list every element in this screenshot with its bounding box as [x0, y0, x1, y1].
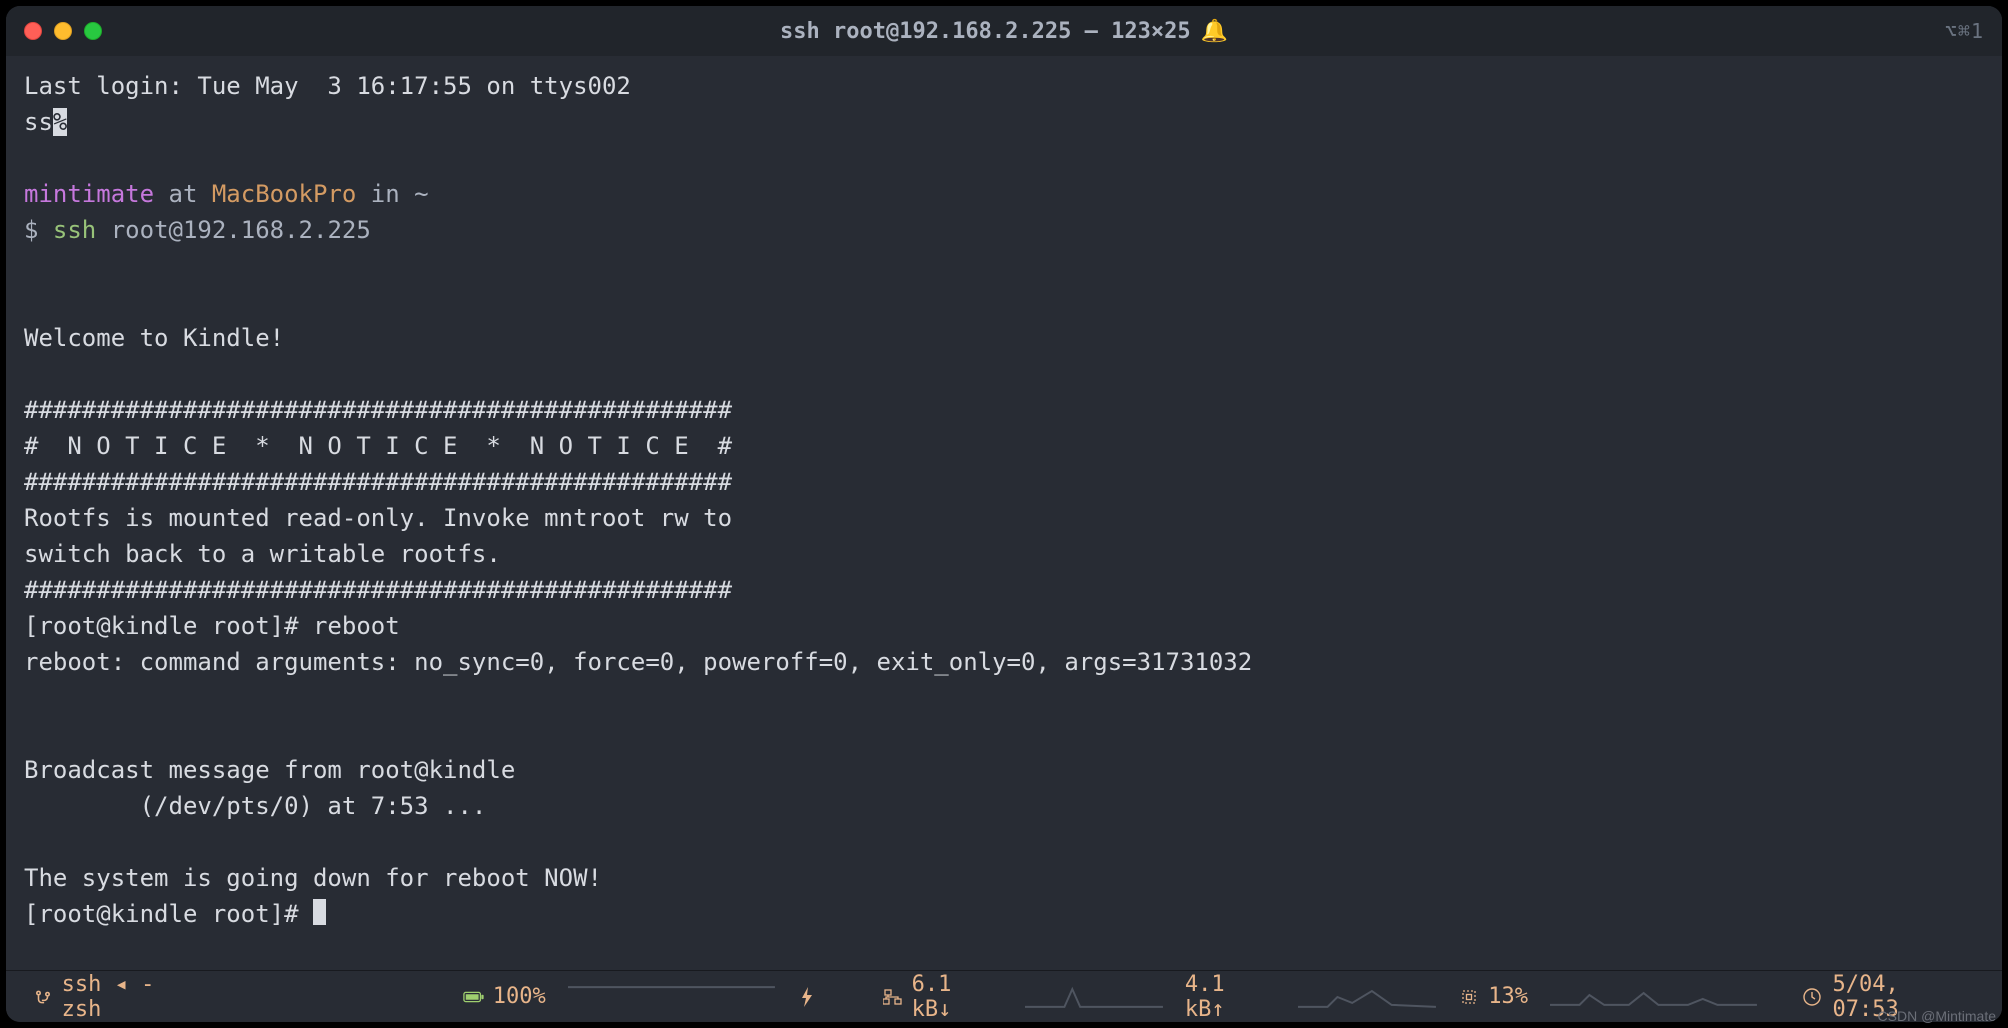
- net-down: 6.1 kB↓: [912, 972, 1003, 1022]
- status-process-text: ssh ◂ -zsh: [62, 972, 192, 1022]
- status-bar: ssh ◂ -zsh 100% 6.1 kB↓ 4.: [6, 970, 2002, 1022]
- prompt-at: at: [154, 180, 212, 208]
- hash-line-3: ########################################…: [24, 576, 732, 604]
- kindle-prompt-reboot: [root@kindle root]# reboot: [24, 612, 400, 640]
- rootfs-line-2: switch back to a writable rootfs.: [24, 540, 501, 568]
- window-controls: [24, 22, 102, 40]
- title-text: ssh root@192.168.2.225 — 123×25: [780, 19, 1191, 44]
- status-cpu: 13%: [1458, 984, 1528, 1009]
- net-spark: [1025, 983, 1163, 1011]
- partial-text: ss: [24, 108, 53, 136]
- clock-icon: [1801, 986, 1823, 1008]
- kindle-prompt-2: [root@kindle root]#: [24, 900, 313, 928]
- broadcast-line-1: Broadcast message from root@kindle: [24, 756, 515, 784]
- network-icon: [882, 986, 904, 1008]
- rootfs-line-1: Rootfs is mounted read-only. Invoke mntr…: [24, 504, 732, 532]
- close-button[interactable]: [24, 22, 42, 40]
- prompt-host: MacBookPro: [212, 180, 357, 208]
- welcome-line: Welcome to Kindle!: [24, 324, 284, 352]
- zoom-button[interactable]: [84, 22, 102, 40]
- terminal-window: ssh root@192.168.2.225 — 123×25 🔔 ⌥⌘1 La…: [6, 6, 2002, 1022]
- net-up-spark: [1298, 983, 1436, 1011]
- reboot-output: reboot: command arguments: no_sync=0, fo…: [24, 648, 1252, 676]
- prompt-user: mintimate: [24, 180, 154, 208]
- prompt-in: in: [356, 180, 414, 208]
- cursor: [313, 899, 326, 925]
- titlebar: ssh root@192.168.2.225 — 123×25 🔔 ⌥⌘1: [6, 6, 2002, 56]
- cpu-spark: [1550, 983, 1757, 1011]
- status-battery: 100%: [463, 984, 546, 1009]
- branch-icon: [32, 986, 54, 1008]
- status-process[interactable]: ssh ◂ -zsh: [32, 972, 192, 1022]
- status-network: 6.1 kB↓: [882, 972, 1003, 1022]
- terminal-output[interactable]: Last login: Tue May 3 16:17:55 on ttys00…: [6, 56, 2002, 970]
- cmd-args: root@192.168.2.225: [96, 216, 371, 244]
- minimize-button[interactable]: [54, 22, 72, 40]
- battery-spark: [568, 983, 775, 1011]
- hash-line-1: ########################################…: [24, 396, 732, 424]
- bell-icon: 🔔: [1201, 19, 1228, 44]
- bolt-icon: [797, 986, 819, 1008]
- cpu-text: 13%: [1488, 984, 1528, 1009]
- prompt-path: ~: [414, 180, 428, 208]
- shortcut-hint: ⌥⌘1: [1945, 19, 1984, 43]
- last-login-line: Last login: Tue May 3 16:17:55 on ttys00…: [24, 72, 631, 100]
- battery-icon: [463, 986, 485, 1008]
- net-up: 4.1 kB↑: [1185, 972, 1276, 1022]
- cmd-ssh: ssh: [53, 216, 96, 244]
- partial-cursor: %: [53, 108, 67, 136]
- prompt-symbol: $: [24, 216, 53, 244]
- cpu-icon: [1458, 986, 1480, 1008]
- broadcast-line-2: (/dev/pts/0) at 7:53 ...: [24, 792, 486, 820]
- going-down-line: The system is going down for reboot NOW!: [24, 864, 602, 892]
- battery-text: 100%: [493, 984, 546, 1009]
- notice-line: # N O T I C E * N O T I C E * N O T I C …: [24, 432, 732, 460]
- watermark: CSDN @Mintimate: [1878, 1008, 1996, 1024]
- hash-line-2: ########################################…: [24, 468, 732, 496]
- window-title: ssh root@192.168.2.225 — 123×25 🔔: [780, 19, 1228, 44]
